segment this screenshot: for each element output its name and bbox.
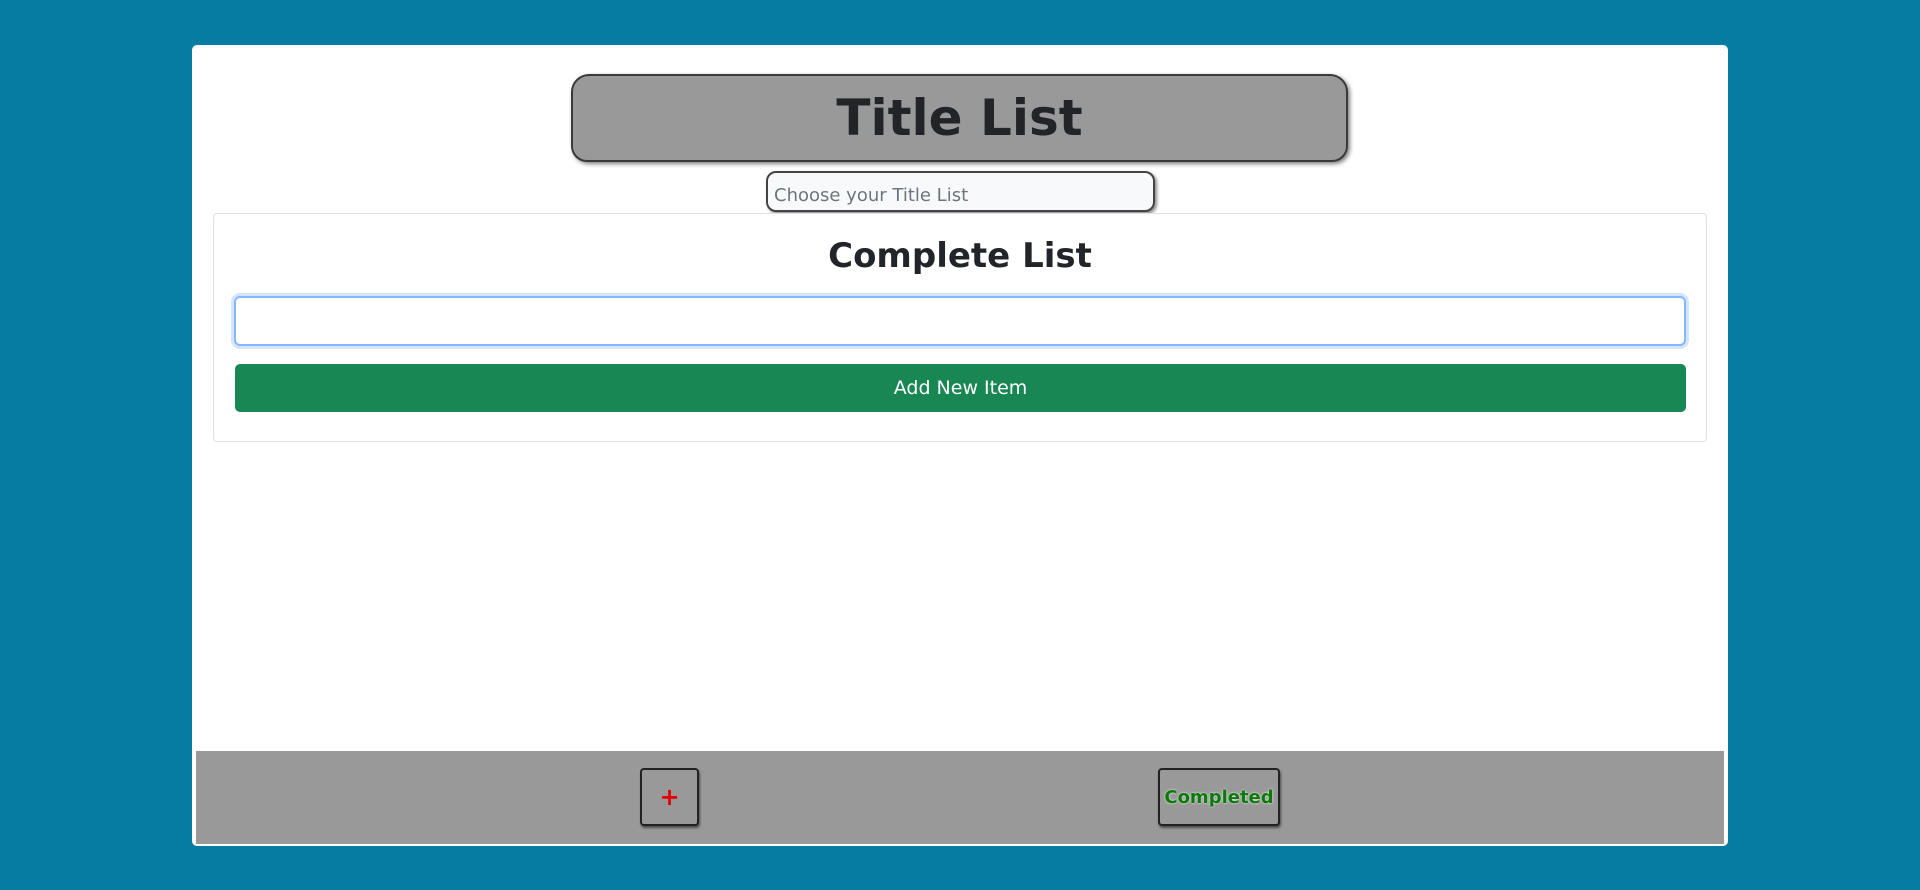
list-heading: Complete List xyxy=(828,236,1092,276)
title-list-select-input[interactable] xyxy=(766,171,1155,212)
new-item-input[interactable] xyxy=(234,296,1686,346)
app-card: Title List Complete List Add New Item + … xyxy=(192,45,1728,846)
footer-toolbar: + Completed xyxy=(196,751,1724,844)
add-new-item-button[interactable]: Add New Item xyxy=(235,364,1686,412)
page-title: Title List xyxy=(836,89,1083,147)
completed-button[interactable]: Completed xyxy=(1158,768,1280,826)
plus-icon: + xyxy=(659,783,680,811)
add-list-button[interactable]: + xyxy=(640,768,699,826)
complete-list-panel: Complete List Add New Item xyxy=(213,213,1707,442)
title-banner: Title List xyxy=(571,74,1348,162)
